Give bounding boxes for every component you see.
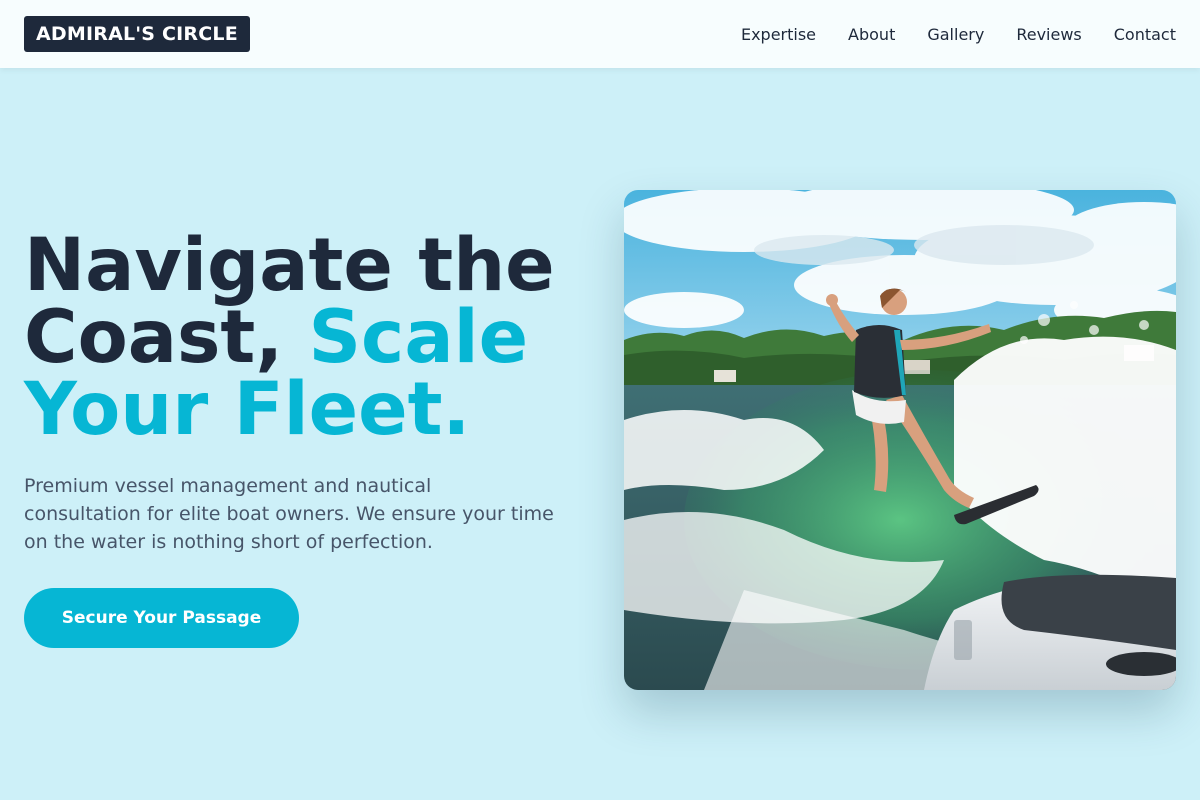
site-header: ADMIRAL'S CIRCLE Expertise About Gallery… bbox=[0, 0, 1200, 68]
hero-subtitle: Premium vessel management and nautical c… bbox=[24, 475, 554, 553]
main-nav: Expertise About Gallery Reviews Contact bbox=[741, 0, 1176, 68]
secure-passage-button[interactable]: Secure Your Passage bbox=[24, 588, 299, 648]
wakesurfer-photo bbox=[624, 190, 1176, 690]
hero-image bbox=[624, 190, 1176, 690]
nav-link-expertise[interactable]: Expertise bbox=[741, 25, 816, 44]
hero-title: Navigate the Coast, Scale Your Fleet. bbox=[24, 229, 604, 446]
hero-title-accent-2: Your Fleet. bbox=[24, 367, 471, 452]
nav-link-gallery[interactable]: Gallery bbox=[927, 25, 984, 44]
nav-link-contact[interactable]: Contact bbox=[1114, 25, 1176, 44]
brand-logo[interactable]: ADMIRAL'S CIRCLE bbox=[24, 16, 250, 52]
nav-link-about[interactable]: About bbox=[848, 25, 895, 44]
nav-link-reviews[interactable]: Reviews bbox=[1016, 25, 1081, 44]
